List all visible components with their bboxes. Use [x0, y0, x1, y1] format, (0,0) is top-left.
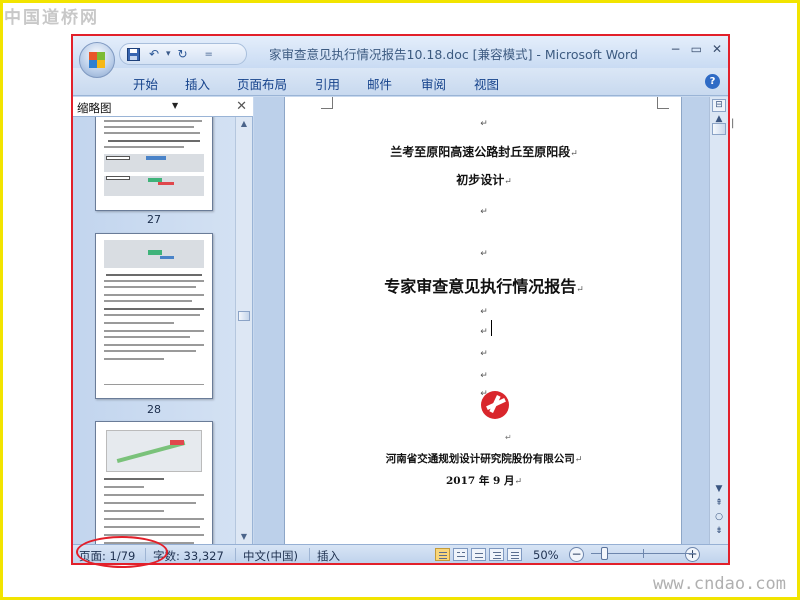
doc-line-date: 2017 年 9 月↵	[445, 475, 523, 487]
window-controls: − ▭ ✕	[671, 42, 722, 56]
undo-icon[interactable]: ↶	[145, 45, 163, 63]
thumbnail-pane-title: 缩略图	[77, 101, 112, 115]
document-area[interactable]: ↵ 兰考至原阳高速公路封丘至原阳段↵ 初步设计↵ ↵ ↵ 专家审查意见执行情况报…	[254, 97, 709, 544]
paragraph-mark: ↵	[480, 119, 488, 129]
ruler-toggle-icon[interactable]: ⊟	[712, 99, 726, 112]
draft-view-icon[interactable]	[507, 548, 522, 561]
next-page-icon[interactable]: ⇟	[710, 525, 728, 537]
tab-mailings[interactable]: 邮件	[367, 74, 392, 93]
minimize-icon[interactable]: −	[671, 42, 681, 56]
thumbnails-list: 27 28	[73, 117, 235, 544]
paragraph-mark: ↵	[480, 249, 488, 259]
thumbnail-pane: 缩略图 ▼ ✕ 27 28 ▲ ▼	[73, 97, 253, 544]
ribbon-tabs: 开始 插入 页面布局 引用 邮件 审阅 视图 ?	[73, 68, 728, 96]
redo-icon[interactable]: ↻	[174, 45, 192, 63]
undo-dropdown-icon[interactable]: ▾	[166, 49, 171, 59]
web-layout-icon[interactable]	[471, 548, 486, 561]
paragraph-mark: ↵	[480, 327, 488, 337]
paragraph-mark: ↵	[480, 371, 488, 381]
doc-line-design-stage: 初步设计↵	[456, 173, 512, 187]
paragraph-mark-small: ↵	[505, 433, 512, 442]
scroll-down-icon[interactable]: ▼	[710, 483, 728, 495]
full-screen-reading-icon[interactable]	[453, 548, 468, 561]
edge-artifact: |	[731, 118, 735, 129]
document-page[interactable]: ↵ 兰考至原阳高速公路封丘至原阳段↵ 初步设计↵ ↵ ↵ 专家审查意见执行情况报…	[284, 97, 682, 544]
crop-mark-top-right	[657, 97, 669, 109]
scrollbar-thumb[interactable]	[712, 123, 726, 135]
thumbnail-page[interactable]	[95, 233, 213, 399]
doc-line-organization: 河南省交通规划设计研究院股份有限公司↵	[385, 453, 583, 465]
tab-review[interactable]: 审阅	[421, 74, 446, 93]
watermark-top: 中国道桥网	[4, 8, 99, 28]
thumbnail-pane-header: 缩略图 ▼ ✕	[73, 97, 253, 117]
quick-access-toolbar: ↶ ▾ ↻ =	[119, 43, 247, 65]
title-bar: ↶ ▾ ↻ = 家审查意见执行情况报告10.18.doc [兼容模式] - Mi…	[73, 36, 728, 68]
browse-object-icon[interactable]: ○	[710, 511, 728, 523]
outline-view-icon[interactable]	[489, 548, 504, 561]
window-title: 家审查意见执行情况报告10.18.doc [兼容模式] - Microsoft …	[269, 47, 638, 62]
office-button[interactable]	[79, 42, 115, 78]
help-icon[interactable]: ?	[705, 74, 720, 89]
zoom-slider-knob[interactable]	[601, 547, 608, 560]
office-logo-icon	[89, 52, 105, 68]
zoom-level[interactable]: 50%	[533, 548, 559, 562]
tab-home[interactable]: 开始	[133, 74, 158, 93]
document-scrollbar[interactable]: ⊟ ▲ ▼ ⇞ ○ ⇟	[709, 97, 728, 544]
thumbnail-scrollbar[interactable]: ▲ ▼	[235, 117, 252, 544]
zoom-out-icon[interactable]: −	[569, 547, 584, 562]
tab-references[interactable]: 引用	[315, 74, 340, 93]
tab-page-layout[interactable]: 页面布局	[237, 74, 287, 93]
tab-insert[interactable]: 插入	[185, 74, 210, 93]
zoom-slider-center-tick	[643, 549, 644, 558]
insert-mode-indicator[interactable]: 插入	[317, 548, 340, 563]
report-title: 专家审查意见执行情况报告↵	[384, 277, 584, 296]
scrollbar-thumb[interactable]	[238, 311, 250, 321]
tab-view[interactable]: 视图	[474, 74, 499, 93]
thumbnail-page[interactable]	[95, 421, 213, 544]
previous-page-icon[interactable]: ⇞	[710, 497, 728, 509]
word-count[interactable]: 字数: 33,327	[153, 548, 224, 563]
paragraph-mark: ↵	[480, 207, 488, 217]
scroll-up-icon[interactable]: ▲	[236, 117, 252, 131]
zoom-in-icon[interactable]: +	[685, 547, 700, 562]
maximize-icon[interactable]: ▭	[691, 42, 702, 56]
pane-dropdown-icon[interactable]: ▼	[172, 101, 178, 110]
close-icon[interactable]: ✕	[712, 42, 722, 56]
crop-mark-top-left	[321, 97, 333, 109]
pane-close-icon[interactable]: ✕	[236, 99, 247, 114]
thumbnail-page-number: 28	[147, 403, 161, 416]
print-layout-view-icon[interactable]	[435, 548, 450, 561]
paragraph-mark: ↵	[480, 307, 488, 317]
scroll-down-icon[interactable]: ▼	[236, 530, 252, 544]
save-icon[interactable]	[124, 45, 142, 63]
watermark-bottom: www.cndao.com	[652, 574, 786, 594]
institute-logo-icon	[481, 391, 509, 419]
thumbnail-page[interactable]	[95, 117, 213, 211]
paragraph-mark: ↵	[480, 349, 488, 359]
customize-toolbar-icon[interactable]: =	[205, 49, 213, 60]
thumbnail-page-number: 27	[147, 213, 161, 226]
page-indicator[interactable]: 页面: 1/79	[79, 548, 135, 563]
doc-line-project: 兰考至原阳高速公路封丘至原阳段↵	[390, 145, 578, 159]
language-indicator[interactable]: 中文(中国)	[243, 548, 298, 563]
word-window: ↶ ▾ ↻ = 家审查意见执行情况报告10.18.doc [兼容模式] - Mi…	[71, 34, 730, 565]
